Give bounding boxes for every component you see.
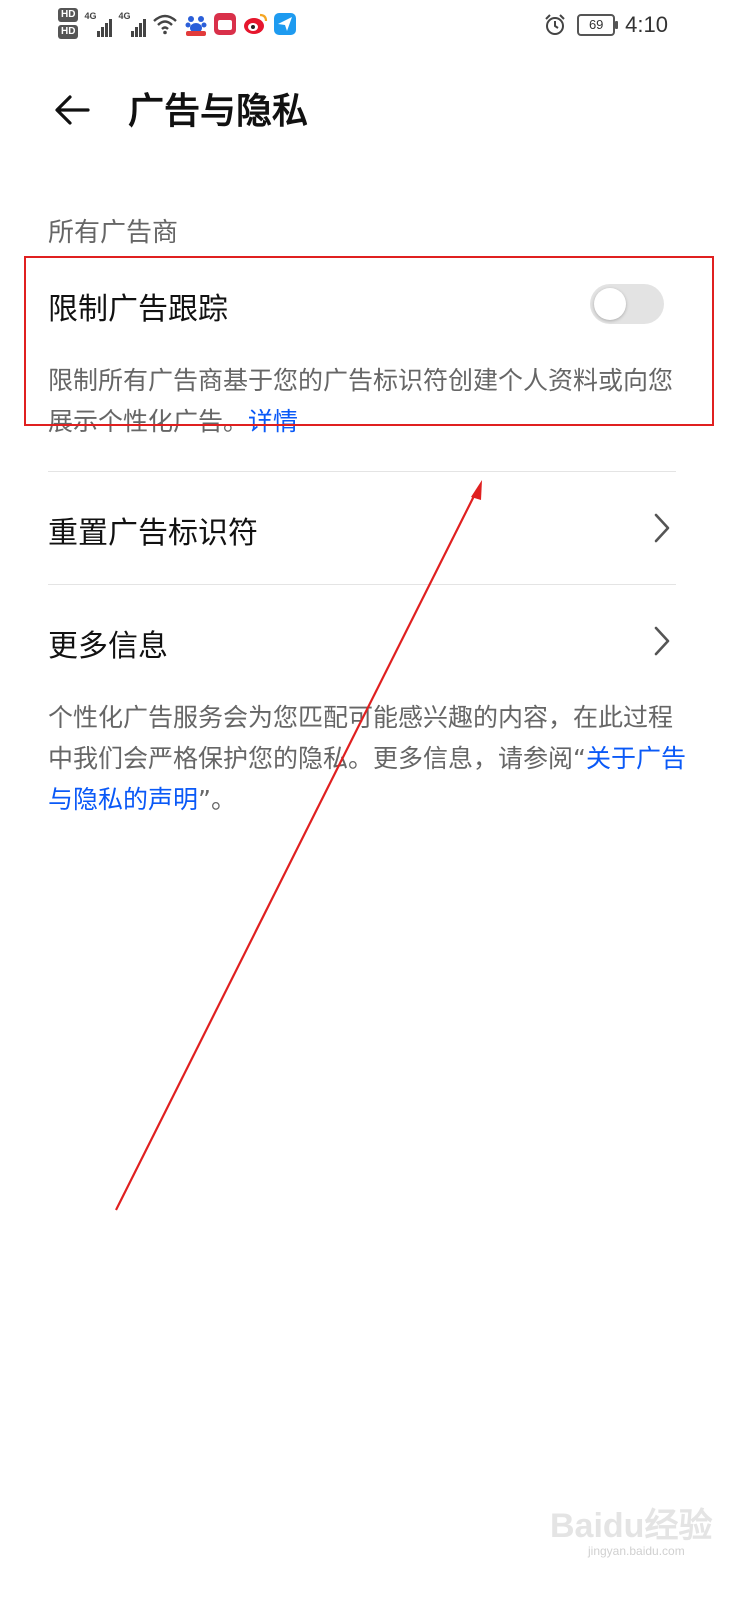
more-info-item[interactable]: 更多信息 xyxy=(48,621,168,665)
section-label-advertisers: 所有广告商 xyxy=(48,218,179,248)
clock-time: 4:10 xyxy=(625,12,668,37)
limit-tracking-title[interactable]: 限制广告跟踪 xyxy=(48,284,228,328)
chevron-right-icon-2[interactable] xyxy=(650,624,674,658)
signal-icon-2: 4G xyxy=(118,10,147,37)
baidu-watermark: Baidu经验 xyxy=(550,1507,713,1545)
toggle-knob xyxy=(594,288,626,320)
hd-indicators: HD HD xyxy=(58,8,79,39)
alarm-icon xyxy=(545,14,565,35)
divider-1 xyxy=(48,471,676,472)
details-link[interactable]: 详情 xyxy=(248,407,298,436)
divider-2 xyxy=(48,584,676,585)
weibo-icon xyxy=(244,13,268,34)
paw-app-icon xyxy=(185,15,207,36)
status-left: HD HD 4G 4G xyxy=(58,8,297,39)
reset-ad-id-item[interactable]: 重置广告标识符 xyxy=(48,508,258,552)
limit-tracking-desc-text: 限制所有广告商基于您的广告标识符创建个人资料或向您展示个性化广告。 xyxy=(48,366,674,436)
network-type-1: 4G xyxy=(84,10,97,21)
network-type-2: 4G xyxy=(118,10,131,21)
page-title: 广告与隐私 xyxy=(128,91,309,132)
back-arrow-icon[interactable] xyxy=(50,88,94,132)
signal-icon-1: 4G xyxy=(84,10,113,37)
send-app-icon xyxy=(274,12,297,35)
battery-indicator: 69 xyxy=(577,14,619,36)
more-info-desc-after: ”。 xyxy=(198,785,236,814)
baidu-watermark-url: jingyan.baidu.com xyxy=(588,1544,685,1558)
more-info-desc-before: 个性化广告服务会为您匹配可能感兴趣的内容，在此过程中我们会严格保护您的隐私。更多… xyxy=(48,703,674,773)
chevron-right-icon[interactable] xyxy=(650,511,674,545)
hd-badge-2: HD xyxy=(58,25,79,39)
more-info-description: 个性化广告服务会为您匹配可能感兴趣的内容，在此过程中我们会严格保护您的隐私。更多… xyxy=(48,697,688,820)
hd-badge-1: HD xyxy=(58,8,79,22)
limit-tracking-description: 限制所有广告商基于您的广告标识符创建个人资料或向您展示个性化广告。详情 xyxy=(48,360,688,442)
wifi-icon xyxy=(153,14,178,34)
status-bar: HD HD 4G 4G 69 4:10 xyxy=(0,0,738,56)
limit-tracking-toggle[interactable] xyxy=(590,284,664,324)
status-right: 69 4:10 xyxy=(543,12,668,38)
calendar-app-icon xyxy=(214,12,237,35)
